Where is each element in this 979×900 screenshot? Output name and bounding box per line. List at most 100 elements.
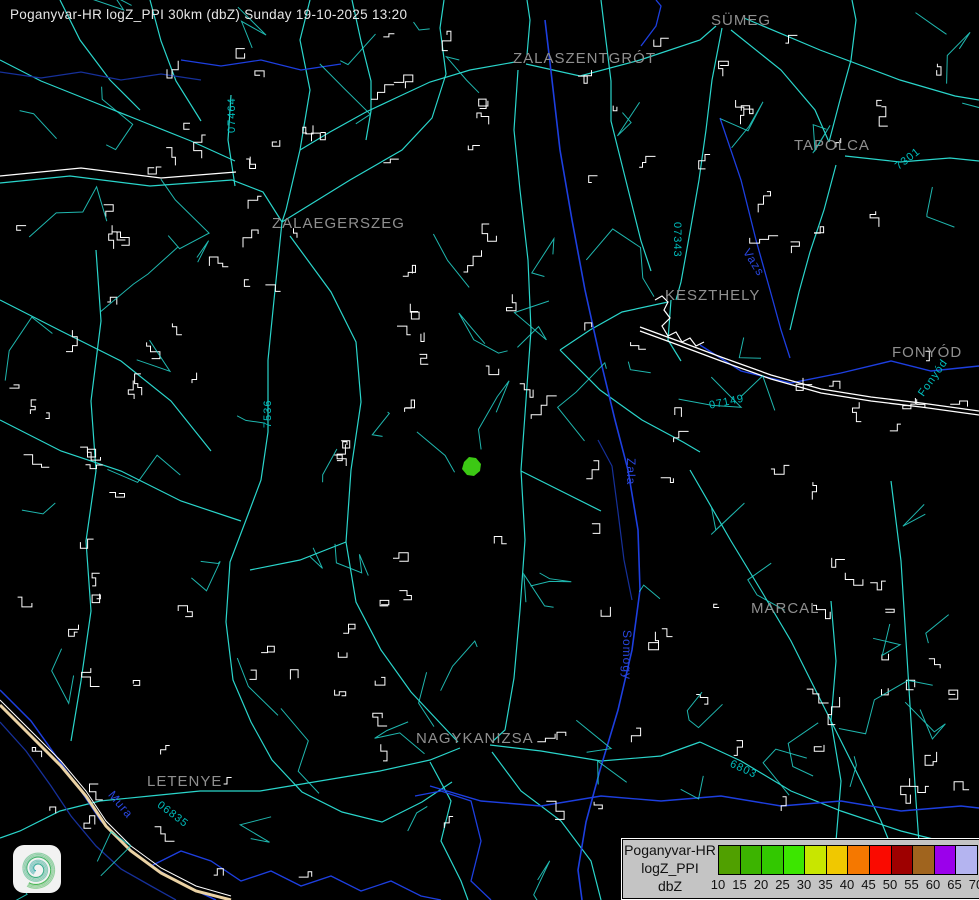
- city-label-nagykanizsa: NAGYKANIZSA: [416, 730, 534, 747]
- river-label-zala: Zala: [624, 458, 638, 485]
- cyan-road-network: [0, 0, 979, 900]
- building-outline: [812, 482, 816, 500]
- building-outline: [90, 784, 103, 800]
- building-outline: [92, 573, 100, 586]
- building-outline: [32, 748, 41, 758]
- building-outline: [92, 594, 100, 603]
- minor-road: [916, 13, 947, 35]
- minor-road: [711, 503, 744, 534]
- minor-road: [532, 239, 554, 277]
- building-outline: [750, 236, 778, 243]
- minor-road: [441, 641, 478, 691]
- building-outline: [82, 668, 100, 686]
- legend-product-name: logZ_PPI: [623, 859, 717, 877]
- building-outline: [954, 782, 969, 791]
- minor-road: [22, 503, 55, 514]
- minor-road: [433, 234, 469, 287]
- building-outline: [829, 381, 840, 389]
- building-outline: [290, 670, 298, 680]
- minor-road: [479, 381, 510, 450]
- building-outline: [248, 196, 261, 209]
- minor-road: [459, 313, 508, 353]
- building-outline: [116, 232, 129, 245]
- building-outline: [929, 659, 940, 668]
- colorbar-cell: [805, 846, 827, 874]
- building-outline: [255, 71, 264, 77]
- minor-road: [531, 573, 572, 586]
- building-outline: [18, 597, 32, 607]
- building-outline: [758, 192, 770, 213]
- colorbar-cell: [827, 846, 849, 874]
- minor-road: [281, 708, 319, 793]
- building-outline: [334, 455, 342, 461]
- building-outline: [46, 413, 50, 419]
- minor-road: [161, 179, 209, 249]
- building-outline: [420, 354, 429, 364]
- building-outline: [133, 681, 139, 686]
- legend-panel: Poganyvar-HR logZ_PPI dbZ 10152025303540…: [622, 839, 979, 899]
- building-outline: [736, 100, 744, 124]
- building-outline: [601, 607, 610, 616]
- building-outline: [639, 156, 655, 167]
- building-outline: [375, 677, 385, 685]
- building-outline: [578, 70, 591, 83]
- minor-road: [197, 241, 209, 263]
- building-outline: [592, 524, 600, 534]
- minor-road: [514, 301, 549, 347]
- building-outline: [557, 732, 566, 740]
- building-outline: [107, 297, 117, 304]
- building-outline: [394, 75, 413, 88]
- building-outline: [109, 225, 114, 249]
- white-road: [0, 168, 236, 178]
- building-outline: [161, 746, 170, 755]
- building-outline: [84, 816, 95, 828]
- building-outline: [870, 211, 879, 227]
- building-outline: [69, 625, 79, 637]
- legend-unit-label: dbZ: [623, 877, 717, 895]
- river-lines: [0, 0, 979, 900]
- city-label-zalaszentgrót: ZALASZENTGRÓT: [513, 50, 656, 67]
- building-outline: [814, 227, 824, 233]
- spiral-stroke: [34, 869, 36, 871]
- minor-road: [335, 544, 368, 576]
- minor-road: [962, 68, 979, 111]
- city-label-marcal: MARCAL: [751, 600, 820, 617]
- building-outline: [675, 408, 682, 417]
- building-outline: [371, 85, 394, 100]
- road-label-7536: 7536: [262, 400, 274, 428]
- building-outline: [338, 652, 347, 657]
- minor-road: [873, 624, 900, 655]
- minor-road: [534, 861, 550, 900]
- minor-road: [320, 64, 371, 124]
- colorbar-cell: [892, 846, 914, 874]
- building-outline: [870, 581, 886, 590]
- minor-road: [417, 432, 455, 472]
- building-outline: [507, 294, 517, 311]
- minor-cyan-roads: [5, 0, 979, 900]
- building-outline: [901, 786, 911, 803]
- dbz-colorbar: [718, 845, 978, 875]
- building-outline: [661, 478, 674, 483]
- minor-road: [310, 548, 322, 569]
- building-outline: [397, 326, 411, 335]
- city-label-sümeg: SÜMEG: [711, 12, 771, 29]
- minor-road: [947, 32, 971, 83]
- building-outline: [380, 600, 389, 606]
- building-outline: [147, 342, 160, 358]
- building-outline: [214, 869, 224, 876]
- building-outline: [421, 333, 424, 342]
- colorbar-cell: [784, 846, 806, 874]
- minor-road: [446, 57, 479, 93]
- building-outline: [50, 807, 56, 813]
- building-outline: [781, 797, 786, 811]
- colorbar-cell: [870, 846, 892, 874]
- building-outline: [66, 330, 77, 352]
- building-outline: [537, 734, 555, 742]
- spiral-stroke: [32, 876, 40, 878]
- colorbar-cell: [741, 846, 763, 874]
- building-outline: [937, 64, 941, 75]
- building-outline: [244, 280, 250, 287]
- building-outline: [112, 232, 126, 240]
- building-outline: [184, 123, 190, 129]
- minor-road: [763, 749, 807, 795]
